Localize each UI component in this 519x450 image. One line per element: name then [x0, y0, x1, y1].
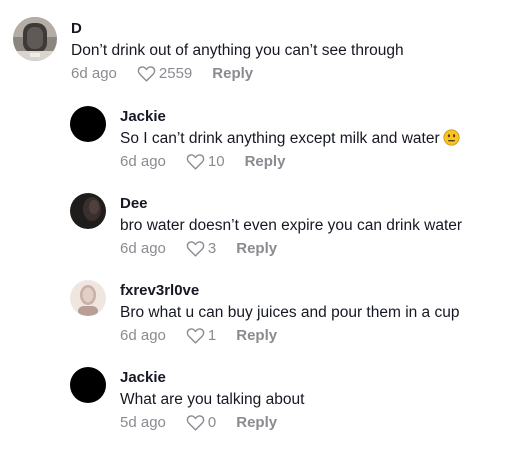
- avatar[interactable]: [70, 193, 106, 229]
- like-button[interactable]: 2559: [137, 65, 192, 82]
- like-count: 0: [207, 414, 217, 431]
- avatar[interactable]: [13, 17, 57, 61]
- heart-icon: [186, 415, 205, 431]
- like-button[interactable]: 0: [186, 414, 216, 431]
- like-count: 2559: [158, 65, 193, 82]
- like-count: 3: [207, 240, 217, 257]
- comment-username[interactable]: Jackie: [120, 108, 460, 126]
- comment-time: 6d ago: [120, 327, 166, 344]
- comment-text: Bro what u can buy juices and pour them …: [120, 304, 460, 321]
- reply-button[interactable]: Reply: [236, 327, 277, 344]
- neutral-face-emoji-icon: [443, 129, 460, 146]
- comment-meta: 5d ago 0 Reply: [120, 414, 304, 431]
- reply-button[interactable]: Reply: [236, 414, 277, 431]
- comment-body: Dee bro water doesn’t even expire you ca…: [120, 195, 462, 257]
- comment-meta: 6d ago 3 Reply: [120, 240, 462, 257]
- comment-body: D Don’t drink out of anything you can’t …: [71, 20, 404, 82]
- avatar[interactable]: [70, 367, 106, 403]
- avatar[interactable]: [70, 280, 106, 316]
- like-button[interactable]: 10: [186, 153, 225, 170]
- like-button[interactable]: 3: [186, 240, 216, 257]
- like-count: 10: [207, 153, 225, 170]
- reply-button[interactable]: Reply: [212, 65, 253, 82]
- comment-username[interactable]: fxrev3rl0ve: [120, 282, 459, 300]
- comment-text: Don’t drink out of anything you can’t se…: [71, 42, 404, 59]
- comment-meta: 6d ago 2559 Reply: [71, 65, 404, 82]
- heart-icon: [137, 66, 156, 82]
- avatar-photo-icon: [70, 193, 106, 229]
- reply-button[interactable]: Reply: [245, 153, 286, 170]
- comment-text: bro water doesn’t even expire you can dr…: [120, 217, 463, 234]
- comment-meta: 6d ago 1 Reply: [120, 327, 459, 344]
- comment-time: 6d ago: [120, 153, 166, 170]
- like-button[interactable]: 1: [186, 327, 216, 344]
- comment-text: So I can’t drink anything except milk an…: [120, 129, 460, 149]
- heart-icon: [186, 241, 205, 257]
- avatar-photo-icon: [13, 17, 57, 61]
- comment-time: 6d ago: [71, 65, 117, 82]
- comment-body: Jackie What are you talking about 5d ago…: [120, 369, 304, 431]
- reply-button[interactable]: Reply: [236, 240, 277, 257]
- comment-body: Jackie So I can’t drink anything except …: [120, 108, 460, 170]
- like-count: 1: [207, 327, 217, 344]
- avatar-photo-icon: [70, 280, 106, 316]
- avatar[interactable]: [70, 106, 106, 142]
- comment-time: 6d ago: [120, 240, 166, 257]
- comment-body: fxrev3rl0ve Bro what u can buy juices an…: [120, 282, 459, 344]
- comment-text-content: So I can’t drink anything except milk an…: [120, 130, 440, 147]
- comment-time: 5d ago: [120, 414, 166, 431]
- heart-icon: [186, 328, 205, 344]
- heart-icon: [186, 154, 205, 170]
- comment-username[interactable]: Jackie: [120, 369, 304, 387]
- comment-username[interactable]: D: [71, 20, 404, 38]
- comment-text: What are you talking about: [120, 391, 305, 408]
- comment-username[interactable]: Dee: [120, 195, 462, 213]
- comment-meta: 6d ago 10 Reply: [120, 153, 460, 170]
